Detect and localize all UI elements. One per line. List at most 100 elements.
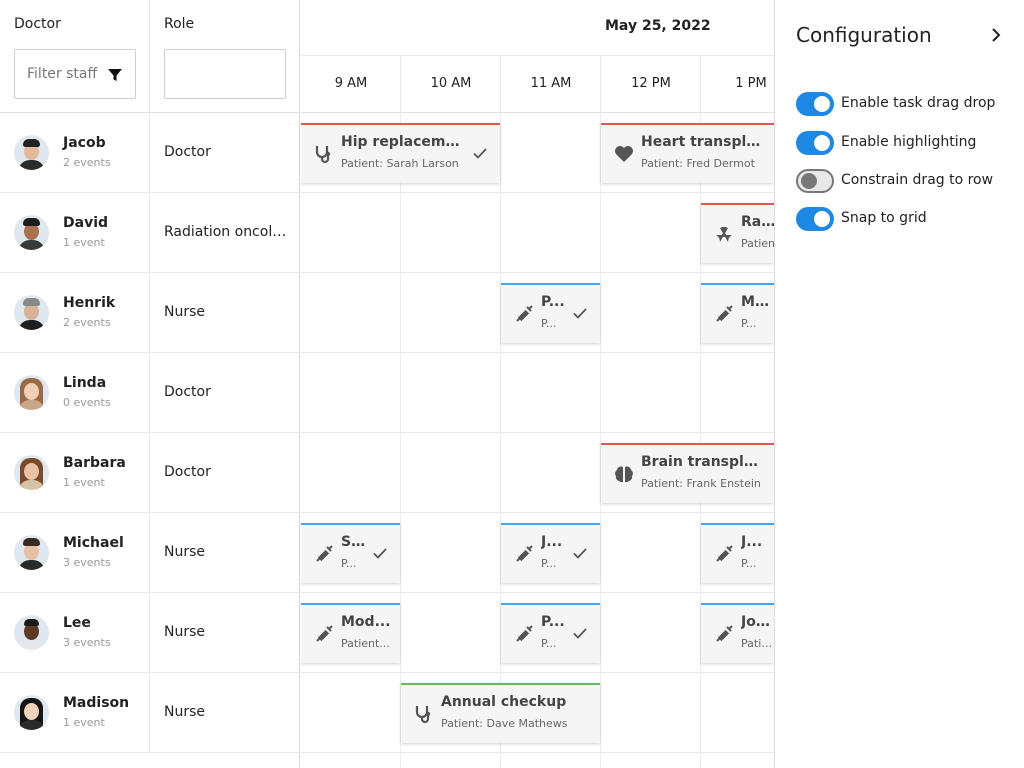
grid-line [301, 352, 774, 353]
hour-label: 1 PM [735, 76, 767, 91]
staff-row[interactable]: Michael 3 events Nurse [0, 513, 300, 593]
role-cell[interactable]: Nurse [150, 673, 300, 752]
grid-line [301, 272, 774, 273]
avatar [14, 375, 49, 410]
doctor-cell[interactable]: Lee 3 events [0, 593, 150, 672]
hour-header: 12 PM [601, 56, 701, 113]
role-column-header[interactable]: Role [150, 0, 300, 113]
doctor-name: Henrik [63, 295, 116, 311]
event-card[interactable]: S... P... [301, 523, 400, 583]
staff-row[interactable]: Barbara 1 event Doctor [0, 433, 300, 513]
staff-row[interactable]: Lee 3 events Nurse [0, 593, 300, 673]
avatar [14, 215, 49, 250]
role-cell[interactable]: Nurse [150, 513, 300, 592]
staff-grid-header: Doctor Role [0, 0, 300, 113]
toggle-knob [814, 211, 830, 227]
toggle-switch[interactable] [796, 131, 834, 155]
doctor-cell[interactable]: Barbara 1 event [0, 433, 150, 512]
doctor-name: Barbara [63, 455, 126, 471]
option-label: Enable task drag drop [841, 95, 996, 111]
event-card[interactable]: J... P... [701, 523, 774, 583]
option-label: Snap to grid [841, 210, 927, 226]
event-card[interactable]: M... P... [701, 283, 774, 343]
syringe-icon [716, 305, 733, 322]
staff-filter-input[interactable] [15, 50, 111, 98]
doctor-name: David [63, 215, 109, 231]
doctor-cell[interactable]: Linda 0 events [0, 353, 150, 432]
event-count: 3 events [63, 636, 111, 649]
role-cell[interactable]: Nurse [150, 593, 300, 672]
chevron-right-icon[interactable] [987, 26, 1005, 44]
doctor-name: Lee [63, 615, 91, 631]
option-constrain-drag-to-row[interactable]: Constrain drag to row [796, 169, 1021, 195]
role-cell[interactable]: Radiation oncologist [150, 193, 300, 272]
role-text: Radiation oncologist [164, 224, 292, 240]
role-filter-input[interactable] [164, 49, 286, 99]
staff-filter[interactable] [14, 49, 136, 99]
schedule-hours-header: 9 AM 10 AM 11 AM 12 PM 1 PM [301, 56, 774, 113]
event-color-bar [701, 523, 774, 525]
doctor-cell[interactable]: Henrik 2 events [0, 273, 150, 352]
event-card[interactable]: Joh... Patient [701, 603, 774, 663]
role-text: Nurse [164, 304, 206, 320]
role-cell[interactable]: Doctor [150, 433, 300, 512]
option-enable-highlighting[interactable]: Enable highlighting [796, 131, 1021, 157]
scheduler-app: Doctor Role Jacob 2 events [0, 0, 1024, 768]
event-card[interactable]: Heart transplant Patient: Fred Dermot [601, 123, 774, 183]
syringe-icon [516, 625, 533, 642]
event-card[interactable]: P... P... [501, 283, 600, 343]
event-title: P... [541, 614, 565, 630]
event-color-bar [501, 283, 600, 285]
doctor-cell[interactable]: Madison 1 event [0, 673, 150, 752]
role-cell[interactable]: Doctor [150, 113, 300, 192]
event-color-bar [301, 123, 500, 125]
role-cell[interactable]: Nurse [150, 273, 300, 352]
event-color-bar [501, 603, 600, 605]
staff-row[interactable]: Henrik 2 events Nurse [0, 273, 300, 353]
event-card[interactable]: Annual checkup Patient: Dave Mathews [401, 683, 600, 743]
toggle-switch[interactable] [796, 92, 834, 116]
doctor-name: Linda [63, 375, 107, 391]
syringe-icon [716, 545, 733, 562]
staff-row[interactable]: Linda 0 events Doctor [0, 353, 300, 433]
staff-row[interactable]: Madison 1 event Nurse [0, 673, 300, 753]
radiation-icon [716, 226, 732, 242]
grid-line [600, 113, 601, 768]
event-card[interactable]: J... P... [501, 523, 600, 583]
role-text: Doctor [164, 464, 211, 480]
event-title: Hip replacement [341, 134, 463, 150]
filter-icon[interactable] [107, 67, 123, 83]
event-patient: Patient... [341, 637, 390, 650]
avatar [14, 535, 49, 570]
grid-line [301, 672, 774, 673]
toggle-switch[interactable] [796, 169, 834, 193]
avatar [14, 695, 49, 730]
event-color-bar [601, 443, 774, 445]
event-card[interactable]: Mod... Patient... [301, 603, 400, 663]
event-card[interactable]: Radiation therapy Patient [701, 203, 774, 263]
event-card[interactable]: P... P... [501, 603, 600, 663]
staff-row[interactable]: Jacob 2 events Doctor [0, 113, 300, 193]
syringe-icon [516, 545, 533, 562]
toggle-switch[interactable] [796, 207, 834, 231]
toggle-knob [801, 173, 817, 189]
grid-line [301, 192, 774, 193]
hour-label: 12 PM [631, 76, 671, 91]
doctor-cell[interactable]: David 1 event [0, 193, 150, 272]
option-enable-task-drag-drop[interactable]: Enable task drag drop [796, 92, 1021, 118]
grid-line [301, 752, 774, 753]
event-count: 1 event [63, 236, 105, 249]
event-color-bar [301, 603, 400, 605]
doctor-column-header[interactable]: Doctor [0, 0, 150, 113]
doctor-cell[interactable]: Jacob 2 events [0, 113, 150, 192]
event-title: Mod... [341, 614, 391, 630]
event-card[interactable]: Brain transplant Patient: Frank Enstein [601, 443, 774, 503]
hour-header: 11 AM [501, 56, 601, 113]
staff-row[interactable]: David 1 event Radiation oncologist [0, 193, 300, 273]
doctor-cell[interactable]: Michael 3 events [0, 513, 150, 592]
event-card[interactable]: Hip replacement Patient: Sarah Larson [301, 123, 500, 183]
option-snap-to-grid[interactable]: Snap to grid [796, 207, 1021, 233]
check-icon [573, 628, 587, 639]
role-cell[interactable]: Doctor [150, 353, 300, 432]
check-icon [473, 148, 487, 159]
